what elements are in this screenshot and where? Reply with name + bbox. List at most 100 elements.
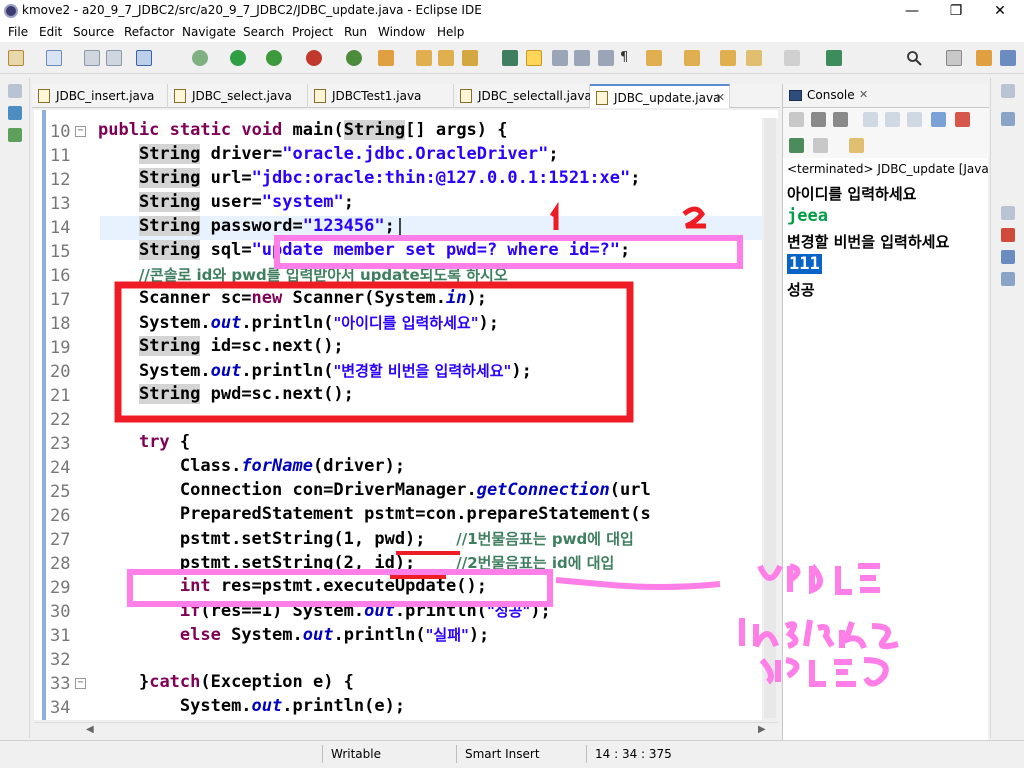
tab-label: JDBC_select.java <box>192 89 292 103</box>
new-icon[interactable] <box>8 50 24 66</box>
open-perspective-icon[interactable] <box>946 50 962 66</box>
console-input-selected[interactable]: 111 <box>787 254 822 274</box>
close-tab-icon[interactable]: ✕ <box>716 86 725 110</box>
remove-all-icon[interactable] <box>833 112 848 127</box>
code-text: pstmt.setString(2, id); <box>179 553 457 573</box>
code-line-24: Class.forName(driver); <box>98 456 405 476</box>
menu-help[interactable]: Help <box>437 25 464 39</box>
search-wand-icon[interactable] <box>462 50 478 66</box>
open-console-icon[interactable] <box>849 138 864 153</box>
scrollbar-thumb[interactable] <box>764 118 776 718</box>
restore-view-icon[interactable] <box>1001 84 1015 98</box>
open-folder-icon[interactable] <box>416 50 432 66</box>
minimize-button[interactable]: — <box>890 0 934 22</box>
code-editor[interactable]: 10 11 12 13 14 15 16 17 18 19 20 21 22 2… <box>34 110 778 720</box>
tab-jdbc-selectall[interactable]: JDBC_selectall.java <box>454 84 592 108</box>
pin-console-icon[interactable] <box>789 138 804 153</box>
coverage-icon[interactable] <box>266 50 282 66</box>
show-on-stderr-icon[interactable] <box>955 112 970 127</box>
menu-window[interactable]: Window <box>378 25 425 39</box>
menu-project[interactable]: Project <box>292 25 333 39</box>
restore-view-icon[interactable] <box>1001 206 1015 220</box>
save-all-icon[interactable] <box>106 50 122 66</box>
declaration-icon[interactable] <box>1001 272 1015 286</box>
scroll-lock-icon[interactable] <box>885 112 900 127</box>
debug-icon[interactable] <box>192 50 208 66</box>
overview-ruler-left <box>34 110 46 720</box>
code-text: driver= <box>200 144 283 164</box>
pilcrow-icon[interactable]: ¶ <box>620 50 636 66</box>
keyword: public <box>98 120 160 140</box>
package-explorer-icon[interactable] <box>8 106 22 120</box>
line-number: 23 <box>50 434 71 454</box>
word-wrap-icon[interactable] <box>574 50 590 66</box>
next-annotation-icon[interactable] <box>646 50 662 66</box>
code-text: Scanner(System. <box>282 288 447 308</box>
hierarchy-icon[interactable] <box>8 128 22 142</box>
external-tools-icon[interactable] <box>306 50 322 66</box>
open-type-icon[interactable] <box>46 50 62 66</box>
code-text: ); <box>530 601 551 621</box>
show-on-stdout-icon[interactable] <box>931 112 946 127</box>
search-icon[interactable] <box>906 50 922 66</box>
clear-console-icon[interactable] <box>863 112 878 127</box>
line-number: 30 <box>50 602 71 622</box>
remove-launch-icon[interactable] <box>811 112 826 127</box>
tab-jdbc-select[interactable]: JDBC_select.java <box>168 84 308 108</box>
tab-jdbctest1[interactable]: JDBCTest1.java <box>308 84 454 108</box>
save-icon[interactable] <box>84 50 100 66</box>
outline-icon[interactable] <box>1001 112 1015 126</box>
menu-refactor[interactable]: Refactor <box>124 25 174 39</box>
restore-button[interactable]: ❐ <box>934 0 978 22</box>
keyword: new <box>251 288 283 308</box>
code-text: ); <box>468 625 490 645</box>
editor-vertical-scrollbar[interactable] <box>762 118 778 720</box>
javadoc-icon[interactable] <box>1001 250 1015 264</box>
prev-annotation-icon[interactable] <box>684 50 700 66</box>
scroll-right-icon[interactable]: ▶ <box>758 724 766 735</box>
left-side-trim <box>0 78 30 738</box>
terminal-icon[interactable] <box>136 50 152 66</box>
annotation-icon[interactable] <box>502 50 518 66</box>
block-select-icon[interactable] <box>552 50 568 66</box>
back-icon[interactable] <box>746 50 762 66</box>
java-ee-perspective-icon[interactable] <box>976 50 992 66</box>
scroll-left-icon[interactable]: ◀ <box>86 724 94 735</box>
close-button[interactable]: ✕ <box>978 0 1022 22</box>
new-package-icon[interactable] <box>378 50 394 66</box>
terminate-icon[interactable] <box>789 112 804 127</box>
code-line-26: PreparedStatement pstmt=con.prepareState… <box>98 504 651 524</box>
code-text: [] args) { <box>405 120 508 140</box>
menu-search[interactable]: Search <box>243 25 284 39</box>
menu-navigate[interactable]: Navigate <box>182 25 236 39</box>
java-perspective-icon[interactable] <box>1000 50 1016 66</box>
tab-jdbc-update[interactable]: JDBC_update.java ✕ <box>590 84 730 108</box>
status-insert-mode: Smart Insert <box>456 745 584 763</box>
highlight-icon[interactable] <box>526 50 542 66</box>
menu-run[interactable]: Run <box>344 25 367 39</box>
editor-horizontal-scrollbar[interactable]: ◀ ▶ <box>34 722 778 740</box>
close-console-icon[interactable]: ✕ <box>859 88 868 101</box>
open-file-icon[interactable] <box>438 50 454 66</box>
line-number: 15 <box>50 242 71 262</box>
line-number: 34 <box>50 698 71 718</box>
forward-icon[interactable] <box>784 50 800 66</box>
restore-view-icon[interactable] <box>8 84 22 98</box>
word-wrap-icon[interactable] <box>907 112 922 127</box>
java-file-icon <box>460 89 472 103</box>
display-console-icon[interactable] <box>813 138 828 153</box>
last-edit-icon[interactable] <box>720 50 736 66</box>
code-line-14: String password="123456";| <box>98 216 405 236</box>
code-text: ; <box>343 192 354 212</box>
menu-file[interactable]: File <box>8 25 28 39</box>
whitespace-icon[interactable] <box>598 50 614 66</box>
run-icon[interactable] <box>230 50 246 66</box>
problems-icon[interactable] <box>1001 228 1015 242</box>
tab-jdbc-insert[interactable]: JDBC_insert.java <box>32 84 168 108</box>
pin-editor-icon[interactable] <box>826 50 842 66</box>
line-number: 27 <box>50 530 71 550</box>
menu-edit[interactable]: Edit <box>39 25 62 39</box>
menu-source[interactable]: Source <box>73 25 114 39</box>
console-tab[interactable]: Console ✕ <box>783 84 989 108</box>
new-java-project-icon[interactable] <box>346 50 362 66</box>
